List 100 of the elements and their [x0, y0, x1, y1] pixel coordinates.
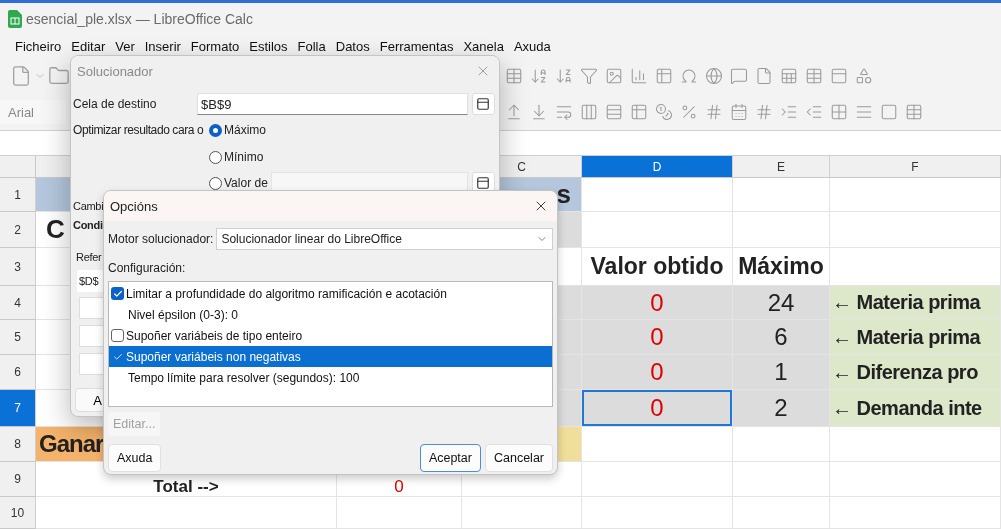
engine-dropdown[interactable]: Solucionador linear do LibreOffice: [216, 228, 553, 250]
shapes-icon[interactable]: [855, 67, 873, 85]
select-all-corner[interactable]: [0, 156, 36, 178]
image-icon[interactable]: [605, 67, 623, 85]
menu-item[interactable]: Folla: [292, 38, 331, 54]
section-label: Cambi: [73, 200, 104, 212]
folder-icon[interactable]: [48, 65, 70, 87]
outdent-icon[interactable]: [805, 103, 823, 121]
menu-item[interactable]: Estilos: [244, 38, 293, 54]
field-label: Optimizar resultado cara o: [73, 123, 205, 137]
settings-item[interactable]: Nivel épsilon (0-3): 0: [109, 304, 552, 325]
table-cell: Valor obtido: [582, 248, 733, 286]
row-header[interactable]: 2: [0, 212, 36, 248]
panel-icon[interactable]: [830, 67, 848, 85]
row-header[interactable]: 7: [0, 390, 36, 427]
radio-option[interactable]: Mínimo: [209, 144, 264, 170]
reference-field[interactable]: [79, 353, 105, 375]
sheet-icon[interactable]: [780, 67, 798, 85]
number-format-icon[interactable]: [705, 103, 723, 121]
menu-item[interactable]: Inserir: [139, 38, 186, 54]
table-cell: ← Diferenza pro: [830, 355, 1001, 390]
pivot-table-icon[interactable]: [655, 67, 673, 85]
checkbox[interactable]: [111, 329, 124, 342]
insert-table-icon[interactable]: [805, 67, 823, 85]
currency-icon[interactable]: [655, 103, 673, 121]
table-cell: 2: [733, 390, 830, 427]
shrink-icon: [476, 176, 491, 190]
square-icon[interactable]: [880, 103, 898, 121]
checkbox[interactable]: [111, 287, 124, 300]
menu-item[interactable]: Ver: [110, 38, 140, 54]
reference-field[interactable]: [79, 325, 105, 347]
row-header[interactable]: 4: [0, 286, 36, 320]
sort-descending-icon[interactable]: [555, 67, 573, 85]
menu-item[interactable]: Formato: [185, 38, 245, 54]
section-label: Configuración:: [108, 261, 186, 275]
dialog-button[interactable]: Aceptar: [419, 444, 481, 472]
menu-item[interactable]: Ferramentas: [374, 38, 459, 54]
settings-item[interactable]: Supoñer variábeis de tipo enteiro: [109, 325, 552, 346]
row-header[interactable]: 1: [0, 178, 36, 212]
align-top-icon[interactable]: [505, 103, 523, 121]
column-header[interactable]: F: [830, 156, 1001, 178]
merge-cells-icon[interactable]: [580, 103, 598, 121]
omega-icon[interactable]: [680, 67, 698, 85]
menu-item[interactable]: Xanela: [458, 38, 509, 54]
row-header[interactable]: 9: [0, 462, 36, 497]
radio-option[interactable]: Máximo: [209, 117, 266, 143]
globe-icon[interactable]: [705, 67, 723, 85]
spreadsheet-app-icon: [8, 9, 22, 28]
menu-item[interactable]: Editar: [66, 38, 111, 54]
section-heading: Condi: [73, 219, 103, 231]
calendar-icon[interactable]: [730, 103, 748, 121]
field-label: Motor solucionador:: [108, 232, 214, 246]
row-header[interactable]: 8: [0, 427, 36, 462]
row-header[interactable]: 3: [0, 248, 36, 286]
table-icon[interactable]: [505, 67, 523, 85]
table-cell: 0: [582, 390, 733, 427]
wrap-text-icon[interactable]: [555, 103, 573, 121]
field-label: Cela de destino: [73, 97, 158, 111]
menu-item[interactable]: Ficheiro: [10, 38, 67, 54]
borders-icon[interactable]: [830, 103, 848, 121]
dialog-button[interactable]: Axuda: [108, 444, 162, 472]
settings-item[interactable]: Tempo límite para resolver (segundos): 100: [109, 367, 552, 388]
border-style-icon[interactable]: [855, 103, 873, 121]
dialog-button[interactable]: A: [75, 388, 105, 412]
check-icon: [112, 288, 123, 299]
page-icon[interactable]: [755, 67, 773, 85]
dialog-button[interactable]: Cancelar: [484, 444, 553, 472]
filter-icon[interactable]: [580, 67, 598, 85]
settings-item[interactable]: Supoñer variábeis non negativas: [109, 346, 552, 367]
indent-icon[interactable]: [780, 103, 798, 121]
bar-chart-icon[interactable]: [630, 67, 648, 85]
conditional-format-icon[interactable]: [905, 103, 923, 121]
sort-ascending-icon[interactable]: [530, 67, 548, 85]
menu-item[interactable]: Axuda: [508, 38, 556, 54]
window-title: esencial_ple.xlsx — LibreOffice Calc: [26, 10, 253, 27]
table-cell: 0: [582, 286, 733, 320]
comment-icon[interactable]: [730, 67, 748, 85]
add-decimal-icon[interactable]: [755, 103, 773, 121]
rows-icon[interactable]: [605, 103, 623, 121]
column-header[interactable]: D: [582, 156, 733, 178]
align-bottom-icon[interactable]: [530, 103, 548, 121]
shrink-button[interactable]: [471, 93, 495, 115]
grid-icon[interactable]: [630, 103, 648, 121]
table-cell: 24: [733, 286, 830, 320]
menu-item[interactable]: Datos: [330, 38, 375, 54]
table-cell: 0: [582, 320, 733, 355]
target-cell-field[interactable]: $B$9: [197, 93, 468, 115]
row-header[interactable]: 6: [0, 355, 36, 390]
shrink-icon: [476, 97, 491, 111]
row-header[interactable]: 5: [0, 320, 36, 355]
percent-icon[interactable]: [680, 103, 698, 121]
reference-field[interactable]: [79, 297, 105, 319]
settings-item[interactable]: Limitar a profundidade do algoritmo ramificación e acotación: [109, 283, 552, 304]
new-document-icon[interactable]: [10, 65, 32, 87]
reference-field[interactable]: $D$: [77, 270, 103, 292]
column-header[interactable]: E: [733, 156, 830, 178]
row-header[interactable]: 10: [0, 497, 36, 529]
column-label: Refer: [76, 251, 102, 263]
dialog-title: Opcións: [110, 198, 158, 214]
table-cell: Máximo: [733, 248, 830, 286]
